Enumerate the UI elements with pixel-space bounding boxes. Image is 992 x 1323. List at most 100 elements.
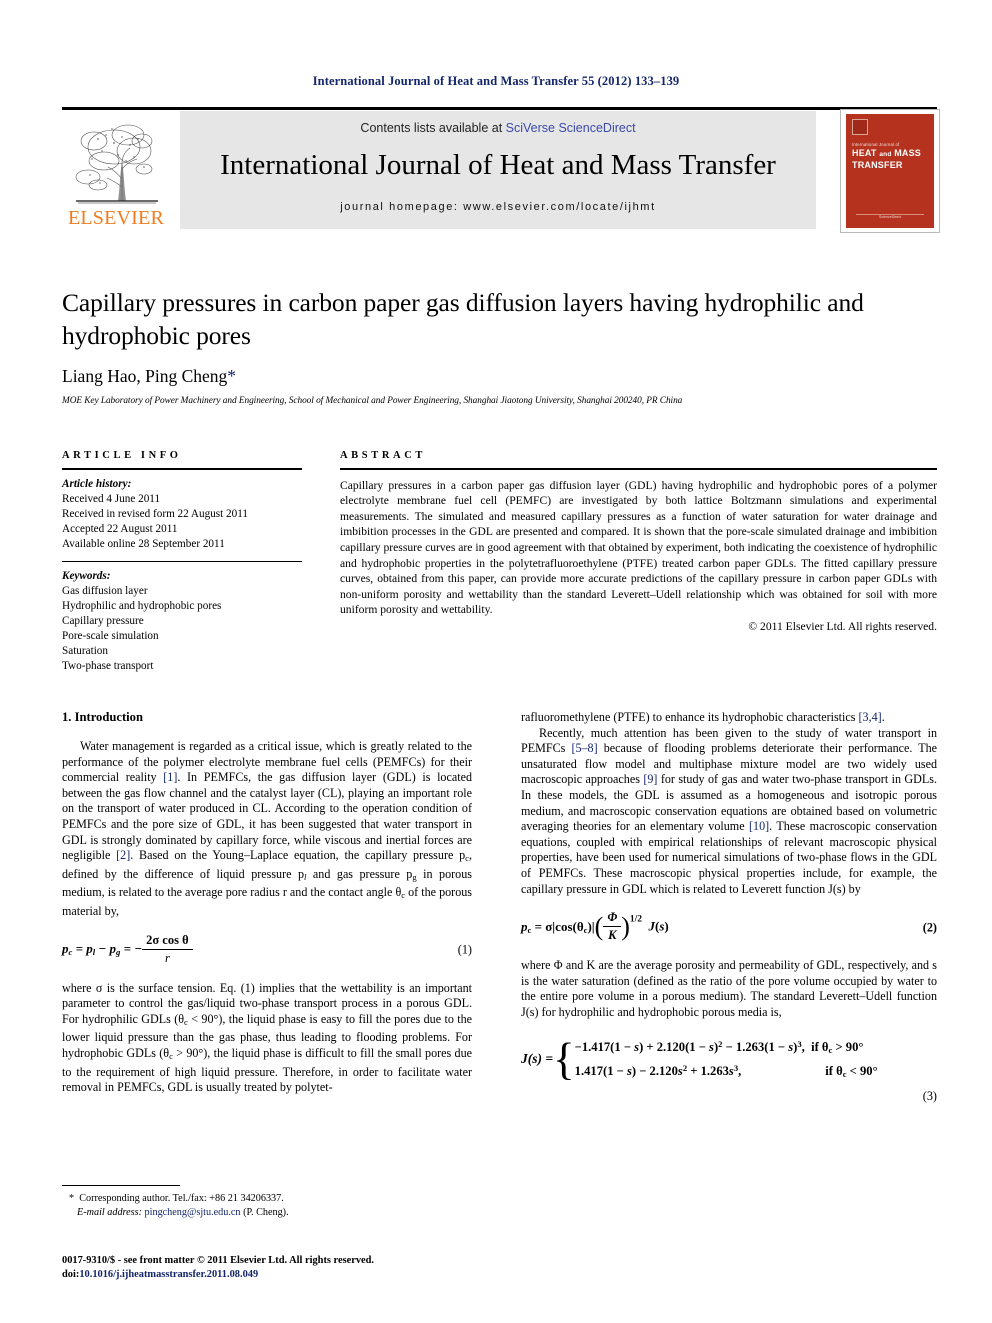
eq2-jfunction: J [648, 918, 656, 934]
eq2-numerator: Φ [603, 910, 622, 928]
eq2-right-paren: ) [621, 911, 630, 941]
cover-line-and: and [879, 151, 892, 158]
asterisk-icon: * [69, 1193, 80, 1204]
corresponding-author-marker: * [227, 366, 237, 386]
history-item-2: Accepted 22 August 2011 [62, 522, 178, 535]
page-title: Capillary pressures in carbon paper gas … [62, 288, 864, 350]
elsevier-tree-icon [68, 117, 164, 205]
eq2-body: pc = σ|cos(θc)| [521, 918, 595, 935]
section-heading-introduction: 1. Introduction [62, 710, 143, 724]
eq1-body: pc = pl − pg = − [62, 941, 143, 958]
eq1-fraction: 2σ cos θr [142, 933, 193, 966]
eq3-row-1: −1.417(1 − s) + 2.120(1 − s)2 − 1.263(1 … [574, 1038, 864, 1055]
paragraph-right-0: rafluoromethylene (PTFE) to enhance its … [521, 710, 937, 726]
affiliation: MOE Key Laboratory of Power Machinery an… [62, 396, 683, 406]
equation-3-number: (3) [922, 1088, 937, 1103]
eq1-numerator: 2σ cos θ [142, 933, 193, 950]
abstract-text: Capillary pressures in a carbon paper ga… [340, 478, 937, 617]
eq1-denominator: r [164, 950, 170, 965]
corresponding-author-text: Corresponding author. Tel./fax: +86 21 3… [79, 1193, 284, 1204]
cover-footer-text: ScienceDirect [878, 215, 902, 219]
equation-2: pc = σ|cos(θc)|(Φ K)1/2 J(s) (2) [521, 910, 937, 943]
email-link[interactable]: pingcheng@sjtu.edu.cn [145, 1207, 241, 1218]
para1-part-e: and gas pressure p [306, 866, 413, 881]
eq2-denominator: K [608, 928, 617, 943]
article-info-rule [62, 468, 302, 470]
doi-label: doi: [62, 1269, 80, 1280]
footnote-block: * Corresponding author. Tel./fax: +86 21… [62, 1185, 472, 1219]
journal-title: International Journal of Heat and Mass T… [220, 149, 776, 181]
article-history-label: Article history: [62, 477, 132, 490]
eq3-brace: { [553, 1033, 575, 1084]
title-block: Capillary pressures in carbon paper gas … [62, 286, 937, 406]
elsevier-wordmark: ELSEVIER [67, 207, 165, 229]
keyword-0: Gas diffusion layer [62, 584, 148, 597]
citation-2[interactable]: [2] [116, 848, 130, 862]
email-label: E-mail address: [77, 1206, 142, 1218]
eq2-left-paren: ( [594, 911, 604, 941]
eq3-row-2: 1.417(1 − s) − 2.120s2 + 1.263s3, if θc <… [574, 1062, 878, 1079]
equation-3: J(s) ={ −1.417(1 − s) + 2.120(1 − s)2 − … [521, 1035, 937, 1104]
email-note: E-mail address: pingcheng@sjtu.edu.cn (P… [62, 1206, 472, 1220]
cover-art: International Journal of HEAT and MASS T… [846, 114, 934, 228]
sciencedirect-link[interactable]: SciVerse ScienceDirect [506, 121, 636, 135]
contents-prefix: Contents lists available at [360, 121, 506, 135]
issn-block: 0017-9310/$ - see front matter © 2011 El… [62, 1254, 522, 1282]
eq2-exponent: 1/2 [629, 914, 643, 925]
citation-9[interactable]: [9] [643, 772, 657, 786]
abstract-column: ABSTRACT Capillary pressures in a carbon… [340, 450, 937, 633]
corresponding-author-note: * Corresponding author. Tel./fax: +86 21… [62, 1192, 472, 1206]
paper-page: International Journal of Heat and Mass T… [0, 0, 992, 1323]
cover-line-mass: MASS [894, 148, 922, 158]
citation-10[interactable]: [10] [749, 819, 769, 833]
journal-band: Contents lists available at SciVerse Sci… [180, 111, 816, 229]
keyword-4: Saturation [62, 644, 108, 657]
masthead-top-rule [62, 107, 937, 110]
eq3-rows: −1.417(1 − s) + 2.120(1 − s)2 − 1.263(1 … [575, 1035, 878, 1083]
abstract-copyright: © 2011 Elsevier Ltd. All rights reserved… [748, 619, 937, 633]
eq2-fraction: ΦK [603, 910, 622, 943]
keyword-5: Two-phase transport [62, 659, 154, 672]
equation-2-number: (2) [922, 920, 937, 935]
pararight0-b: . [881, 710, 885, 724]
keyword-2: Capillary pressure [62, 614, 144, 627]
keyword-3: Pore-scale simulation [62, 629, 159, 642]
paragraph-left-2: where σ is the surface tension. Eq. (1) … [62, 980, 473, 1095]
keywords-rule [62, 560, 302, 562]
cover-elsevier-icon [852, 119, 868, 135]
elsevier-logo: ELSEVIER [62, 115, 170, 229]
author-names: Liang Hao, Ping Cheng [62, 366, 228, 386]
citation-5-8[interactable]: [5–8] [571, 741, 597, 755]
citation-3-4[interactable]: [3,4] [859, 710, 882, 724]
journal-cover-thumbnail: International Journal of HEAT and MASS T… [840, 109, 940, 233]
email-suffix: (P. Cheng). [240, 1206, 289, 1218]
citation-1[interactable]: [1] [163, 770, 177, 784]
journal-masthead: ELSEVIER Contents lists available at Sci… [62, 107, 940, 233]
running-head: International Journal of Heat and Mass T… [312, 74, 680, 88]
paragraph-left-1: Water management is regarded as a critic… [62, 739, 472, 918]
doi-link[interactable]: 10.1016/j.ijheatmasstransfer.2011.08.049 [79, 1269, 258, 1280]
keywords-label: Keywords: [62, 569, 111, 582]
cover-line-transfer: TRANSFER [852, 160, 903, 170]
article-history-block: Article history: Received 4 June 2011 Re… [62, 477, 302, 552]
issn-line: 0017-9310/$ - see front matter © 2011 El… [62, 1255, 375, 1266]
keywords-block: Keywords: Gas diffusion layer Hydrophili… [62, 569, 302, 674]
abstract-heading: ABSTRACT [340, 450, 426, 461]
article-info-column: ARTICLE INFO Article history: Received 4… [62, 450, 302, 674]
cover-line-heat: HEAT [852, 148, 877, 158]
body-column-right: rafluoromethylene (PTFE) to enhance its … [521, 710, 937, 1104]
contents-available-line: Contents lists available at SciVerse Sci… [180, 121, 816, 135]
paragraph-right-1: Recently, much attention has been given … [521, 726, 937, 898]
cover-small-text: International Journal of [852, 142, 900, 147]
body-column-left: 1. Introduction Water management is rega… [62, 710, 472, 1096]
history-item-1: Received in revised form 22 August 2011 [62, 507, 249, 520]
pararight0-a: rafluoromethylene (PTFE) to enhance its … [521, 710, 859, 724]
cover-footer-bar: ScienceDirect [856, 214, 924, 221]
history-item-3: Available online 28 September 2011 [62, 537, 225, 550]
cover-title-text: HEAT and MASS TRANSFER [852, 148, 921, 170]
footnote-rule [62, 1185, 180, 1186]
doi-line: doi:10.1016/j.ijheatmasstransfer.2011.08… [62, 1268, 522, 1282]
author-list: Liang Hao, Ping Cheng* [62, 366, 937, 387]
journal-homepage[interactable]: journal homepage: www.elsevier.com/locat… [180, 201, 816, 213]
para1-part-c: . Based on the Young–Laplace equation, t… [130, 848, 466, 863]
